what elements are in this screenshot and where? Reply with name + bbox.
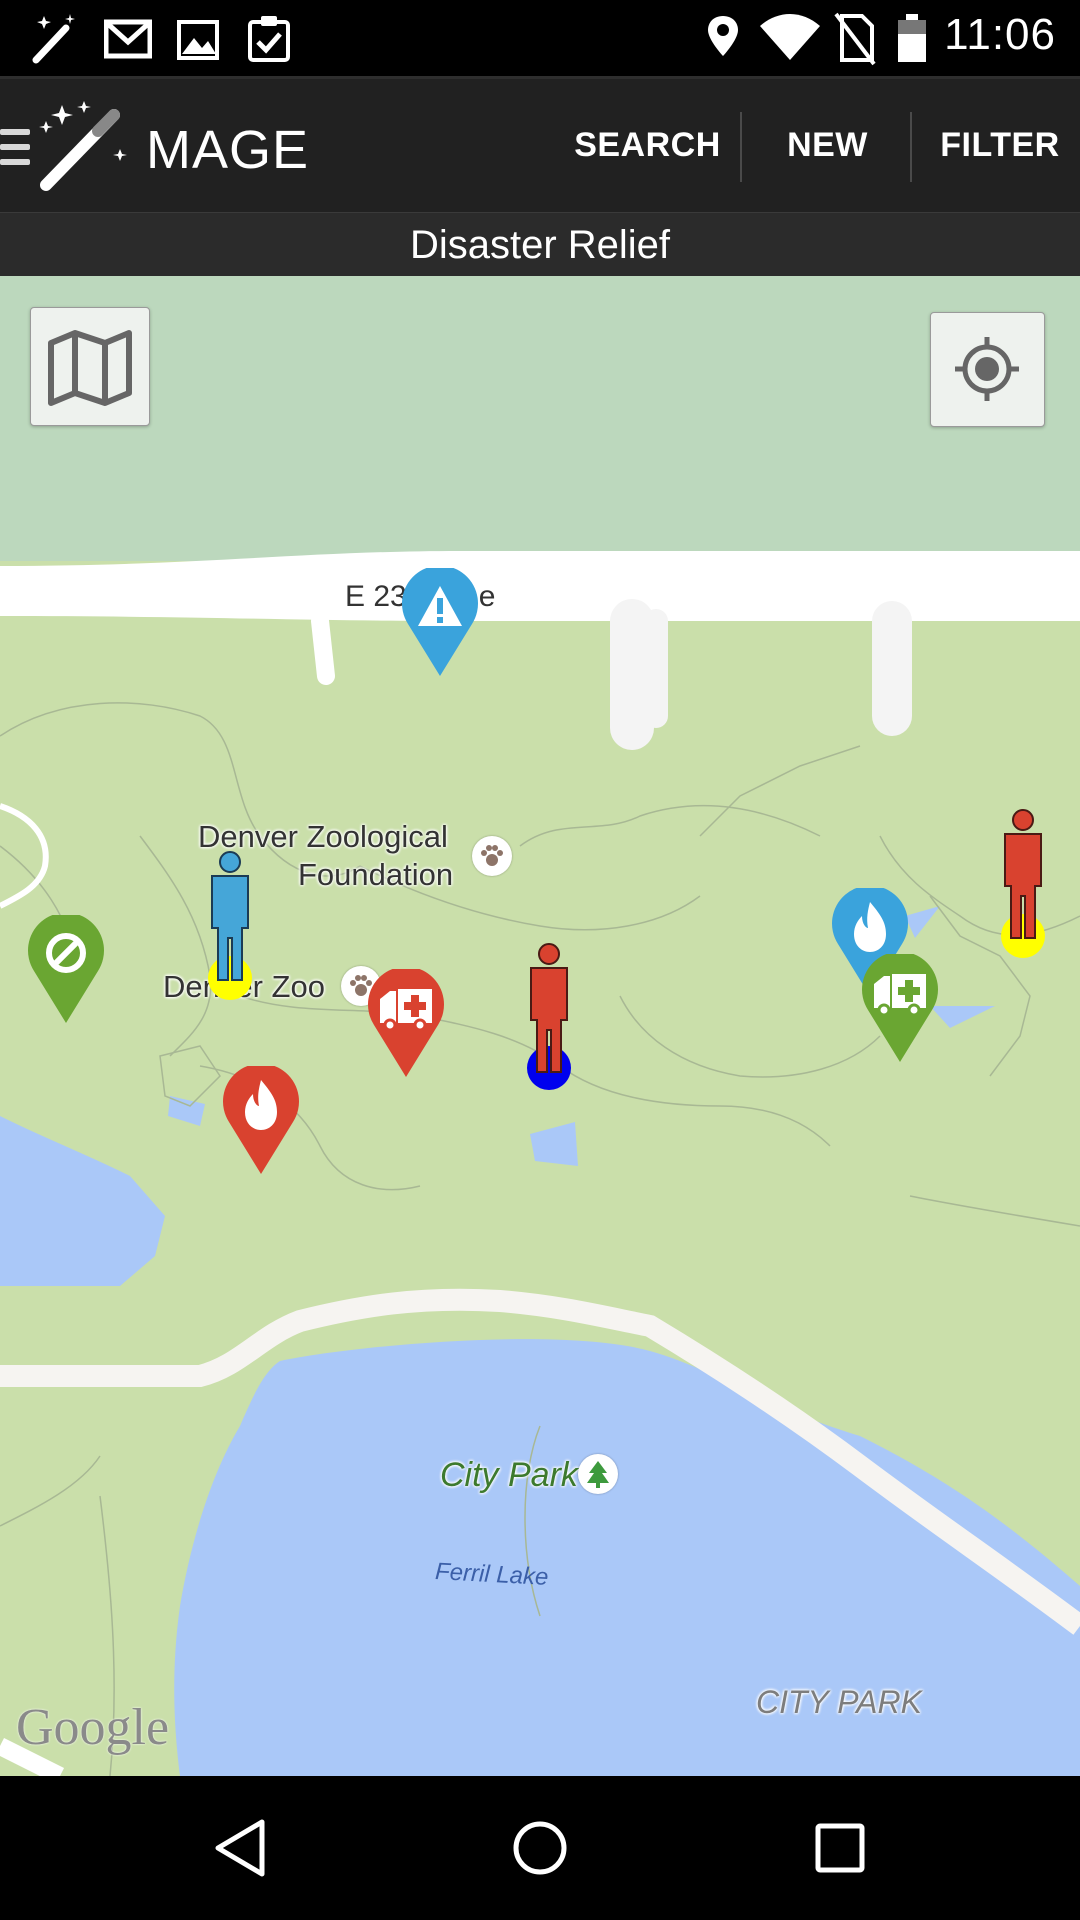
- location-icon: [708, 16, 738, 56]
- wifi-icon: [760, 14, 820, 60]
- gmail-icon: [104, 19, 152, 59]
- map-type-button[interactable]: [30, 307, 150, 426]
- action-divider: [740, 112, 742, 182]
- lake-label: Ferril Lake: [434, 1558, 550, 1591]
- city-park-region-label: CITY PARK: [756, 1684, 922, 1720]
- my-location-button[interactable]: [930, 312, 1045, 427]
- search-button[interactable]: SEARCH: [560, 79, 735, 212]
- action-divider: [910, 112, 912, 182]
- event-name-bar: Disaster Relief: [0, 212, 1080, 277]
- map-layers-icon: [48, 330, 132, 406]
- warning-marker[interactable]: [400, 568, 480, 678]
- image-icon: [177, 20, 219, 60]
- blocked-marker[interactable]: [26, 915, 106, 1025]
- person-marker-blue[interactable]: [200, 850, 260, 1000]
- person-marker-red[interactable]: [519, 942, 579, 1092]
- crosshair-icon: [955, 337, 1019, 401]
- no-sim-icon: [834, 12, 876, 66]
- ambulance-marker-green[interactable]: [860, 954, 940, 1064]
- recents-button[interactable]: [740, 1776, 940, 1920]
- filter-button[interactable]: FILTER: [920, 79, 1080, 212]
- navigation-bar: [0, 1776, 1080, 1920]
- action-bar: MAGE SEARCH NEW FILTER: [0, 76, 1080, 212]
- home-icon: [513, 1821, 567, 1875]
- clipboard-check-icon: [248, 16, 290, 62]
- ambulance-marker[interactable]: [366, 969, 446, 1079]
- zoo-foundation-label-line2: Foundation: [298, 857, 454, 892]
- fire-marker[interactable]: [221, 1066, 301, 1176]
- status-bar: 11:06: [0, 0, 1080, 76]
- city-park-label: City Park: [440, 1456, 578, 1494]
- battery-icon: [898, 14, 926, 62]
- home-button[interactable]: [440, 1776, 640, 1920]
- back-icon: [215, 1819, 265, 1877]
- mage-logo-icon[interactable]: [38, 101, 130, 193]
- new-button[interactable]: NEW: [745, 79, 910, 212]
- map-view[interactable]: E 23e Denver Zoological Foundation Denve…: [0, 276, 1080, 1776]
- google-attribution: Google: [16, 1699, 170, 1756]
- zoo-paw-icon[interactable]: [472, 836, 512, 876]
- magic-wand-icon: [32, 14, 75, 64]
- park-tree-icon[interactable]: [578, 1454, 618, 1494]
- clock: 11:06: [944, 10, 1056, 59]
- app-title: MAGE: [146, 120, 310, 180]
- back-button[interactable]: [140, 1776, 340, 1920]
- person-marker-red[interactable]: [993, 808, 1053, 958]
- recents-icon: [815, 1823, 865, 1873]
- drawer-toggle-icon[interactable]: [0, 129, 30, 173]
